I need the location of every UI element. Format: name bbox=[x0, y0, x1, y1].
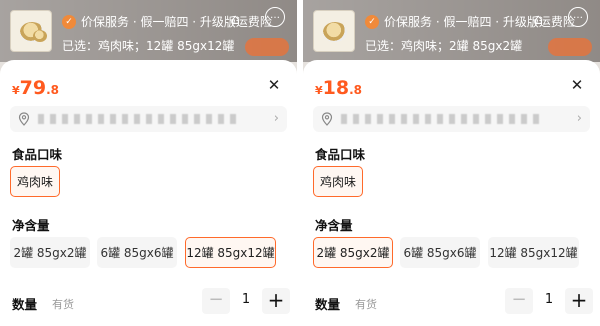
quantity-label: 数量 bbox=[315, 297, 341, 312]
sku-sheet: ¥18.8 ✕ › 食品口味 鸡肉味 净含量 2罐 85gx2罐 6罐 85gx… bbox=[303, 60, 600, 326]
flavor-option[interactable]: 鸡肉味 bbox=[313, 166, 363, 197]
sku-panel-right: ✓ 价保服务 · 假一赔四 · 升级版运费险 已选：鸡肉味；2罐 85gx2罐 … bbox=[303, 0, 600, 326]
sku-sheet: ¥79.8 ✕ › 食品口味 鸡肉味 净含量 2罐 85gx2罐 6罐 85gx… bbox=[0, 60, 297, 326]
shield-check-icon: ✓ bbox=[365, 14, 379, 29]
close-icon[interactable]: ✕ bbox=[568, 76, 586, 94]
minus-icon[interactable]: − bbox=[202, 288, 230, 314]
plus-icon[interactable]: + bbox=[565, 288, 593, 314]
cart-icon: ⌂ bbox=[231, 12, 240, 28]
chevron-right-icon: › bbox=[576, 111, 582, 126]
location-pin-icon bbox=[18, 112, 30, 126]
address-text-blurred bbox=[341, 114, 541, 124]
stock-status: 有货 bbox=[52, 298, 74, 311]
stock-status: 有货 bbox=[355, 298, 377, 311]
flavor-title: 食品口味 bbox=[12, 147, 63, 162]
minus-icon[interactable]: − bbox=[505, 288, 533, 314]
flavor-option[interactable]: 鸡肉味 bbox=[10, 166, 60, 197]
plus-icon[interactable]: + bbox=[262, 288, 290, 314]
more-icon: … bbox=[568, 7, 588, 27]
price: ¥79.8 bbox=[12, 77, 60, 99]
flavor-title: 食品口味 bbox=[315, 147, 366, 162]
dimmed-button bbox=[245, 38, 289, 56]
cart-icon: ⌂ bbox=[534, 12, 543, 28]
size-option-selected[interactable]: 2罐 85gx2罐 bbox=[313, 237, 393, 268]
size-option[interactable]: 12罐 85gx12罐 bbox=[488, 237, 579, 268]
screenshot-pair: ✓ 价保服务 · 假一赔四 · 升级版运费险 已选：鸡肉味；12罐 85gx12… bbox=[0, 0, 600, 326]
address-text-blurred bbox=[38, 114, 238, 124]
product-thumbnail bbox=[10, 10, 52, 52]
address-bar[interactable]: › bbox=[313, 106, 590, 132]
sku-panel-left: ✓ 价保服务 · 假一赔四 · 升级版运费险 已选：鸡肉味；12罐 85gx12… bbox=[0, 0, 297, 326]
quantity-value[interactable]: 1 bbox=[236, 292, 256, 307]
size-title: 净含量 bbox=[315, 218, 353, 233]
selected-summary: 已选：鸡肉味；2罐 85gx2罐 bbox=[365, 39, 523, 53]
address-bar[interactable]: › bbox=[10, 106, 287, 132]
location-pin-icon bbox=[321, 112, 333, 126]
more-icon: … bbox=[265, 7, 285, 27]
close-icon[interactable]: ✕ bbox=[265, 76, 283, 94]
dimmed-button bbox=[548, 38, 592, 56]
quantity-value[interactable]: 1 bbox=[539, 292, 559, 307]
size-option[interactable]: 6罐 85gx6罐 bbox=[400, 237, 480, 268]
price: ¥18.8 bbox=[315, 77, 363, 99]
size-option[interactable]: 6罐 85gx6罐 bbox=[97, 237, 177, 268]
size-option[interactable]: 2罐 85gx2罐 bbox=[10, 237, 90, 268]
size-title: 净含量 bbox=[12, 218, 50, 233]
selected-summary: 已选：鸡肉味；12罐 85gx12罐 bbox=[62, 39, 235, 53]
quantity-label: 数量 bbox=[12, 297, 38, 312]
chevron-right-icon: › bbox=[273, 111, 279, 126]
product-thumbnail bbox=[313, 10, 355, 52]
shield-check-icon: ✓ bbox=[62, 14, 76, 29]
size-option-selected[interactable]: 12罐 85gx12罐 bbox=[185, 237, 276, 268]
